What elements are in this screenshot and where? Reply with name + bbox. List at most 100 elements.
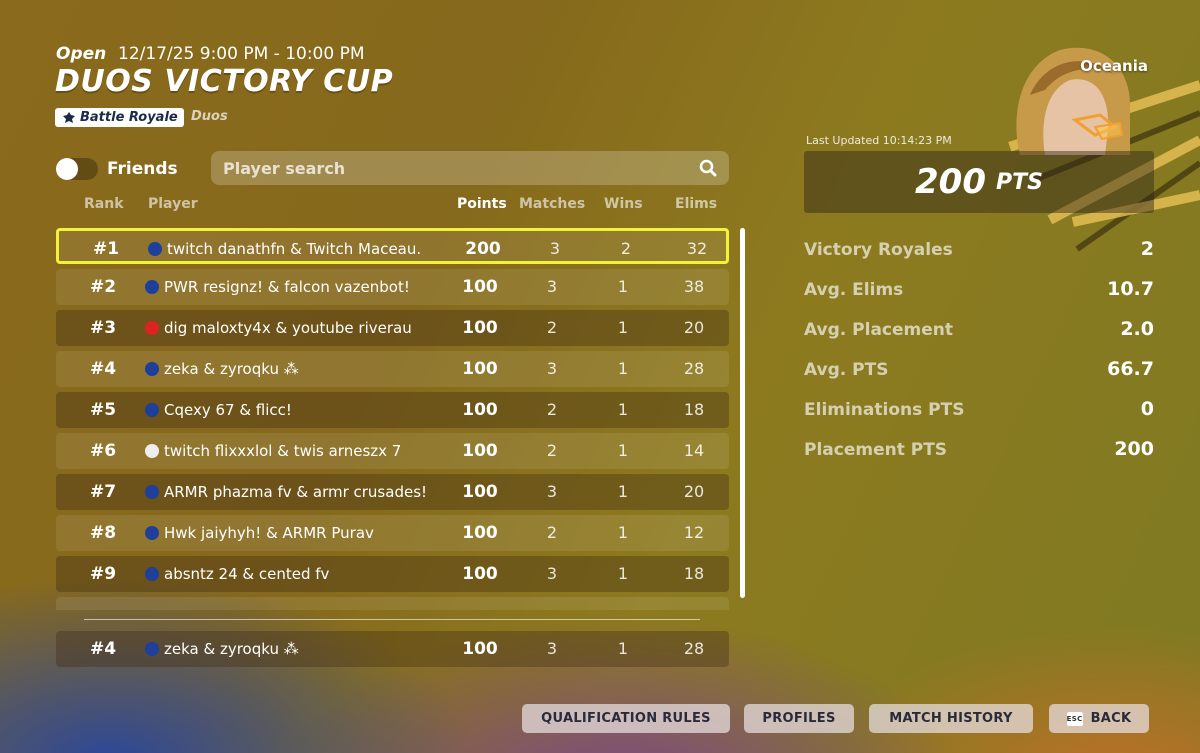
row-rank: #5 xyxy=(90,400,117,420)
team-type: Duos xyxy=(191,109,228,124)
row-elims: 18 xyxy=(683,564,705,583)
row-rank: #1 xyxy=(93,239,120,259)
table-row[interactable]: #5 Cqexy 67 & flicc! 100 2 1 18 xyxy=(56,392,729,428)
profiles-button[interactable]: PROFILES xyxy=(744,704,854,733)
friends-toggle[interactable] xyxy=(56,158,98,180)
stat-value: 10.7 xyxy=(1107,278,1154,300)
event-time: 12/17/25 9:00 PM - 10:00 PM xyxy=(118,44,365,64)
row-points: 100 xyxy=(462,523,498,543)
row-matches: 2 xyxy=(546,523,558,542)
friends-label: Friends xyxy=(107,159,178,179)
row-points: 200 xyxy=(465,239,501,259)
row-player: PWR resignz! & falcon vazenbot! xyxy=(145,278,410,296)
table-row[interactable]: #3 dig maloxty4x & youtube riverau 100 2… xyxy=(56,310,729,346)
player-avatar xyxy=(990,35,1150,155)
last-updated: Last Updated 10:14:23 PM xyxy=(806,134,952,147)
stat-label: Victory Royales xyxy=(804,240,953,260)
row-player: zeka & zyroqku ⁂ xyxy=(145,360,299,378)
player-search[interactable] xyxy=(211,151,729,185)
table-row[interactable]: #6 twitch flixxxlol & twis arneszx 7 100… xyxy=(56,433,729,469)
stat-value: 2 xyxy=(1140,238,1154,260)
row-matches: 2 xyxy=(546,400,558,419)
table-row[interactable]: #1 twitch danathfn & Twitch Maceau. 200 … xyxy=(56,228,729,264)
row-matches: 3 xyxy=(546,277,558,296)
row-elims: 12 xyxy=(683,523,705,542)
row-player: zeka & zyroqku ⁂ xyxy=(145,640,299,658)
row-matches: 3 xyxy=(549,239,561,258)
battle-royale-icon xyxy=(63,112,75,123)
divider xyxy=(84,619,700,620)
row-matches: 2 xyxy=(546,318,558,337)
leaderboard-scrollbar[interactable] xyxy=(740,228,745,598)
row-elims: 20 xyxy=(683,318,705,337)
row-wins: 1 xyxy=(617,482,629,501)
stat-label: Avg. Elims xyxy=(804,280,904,300)
row-wins: 1 xyxy=(617,359,629,378)
row-wins: 1 xyxy=(617,639,629,658)
row-wins: 1 xyxy=(617,318,629,337)
row-wins: 1 xyxy=(617,564,629,583)
flag-icon xyxy=(145,567,159,581)
search-icon[interactable] xyxy=(699,159,717,177)
row-matches: 3 xyxy=(546,482,558,501)
row-elims: 14 xyxy=(683,441,705,460)
row-points: 100 xyxy=(462,318,498,338)
table-row[interactable]: #4 zeka & zyroqku ⁂ 100 3 1 28 xyxy=(56,351,729,387)
scrollbar-thumb[interactable] xyxy=(740,228,745,598)
row-matches: 3 xyxy=(546,639,558,658)
esc-key-icon: ESC xyxy=(1066,711,1083,726)
row-player: Hwk jaiyhyh! & ARMR Purav xyxy=(145,524,374,542)
row-points: 100 xyxy=(462,400,498,420)
points-unit: PTS xyxy=(996,169,1043,195)
stat-label: Eliminations PTS xyxy=(804,400,965,420)
row-rank: #2 xyxy=(90,277,117,297)
table-row[interactable]: #7 ARMR phazma fv & armr crusades! 100 3… xyxy=(56,474,729,510)
row-wins: 2 xyxy=(620,239,632,258)
event-status: Open xyxy=(56,44,107,64)
mode-label: Battle Royale xyxy=(80,110,178,125)
row-points: 100 xyxy=(462,441,498,461)
col-rank: Rank xyxy=(84,196,124,212)
my-team-row[interactable]: #4 zeka & zyroqku ⁂ 100 3 1 28 xyxy=(56,631,729,667)
col-wins: Wins xyxy=(604,196,643,212)
flag-icon xyxy=(145,403,159,417)
stat-value: 2.0 xyxy=(1120,318,1154,340)
search-input[interactable] xyxy=(223,158,683,178)
qualification-rules-button[interactable]: QUALIFICATION RULES xyxy=(522,704,730,733)
row-points: 100 xyxy=(462,359,498,379)
row-wins: 1 xyxy=(617,523,629,542)
row-rank: #6 xyxy=(90,441,117,461)
row-elims: 32 xyxy=(686,239,708,258)
row-player: twitch flixxxlol & twis arneszx 7 xyxy=(145,442,401,460)
row-rank: #4 xyxy=(90,639,117,659)
total-points-box: 200 PTS xyxy=(804,151,1154,213)
leaderboard-list[interactable]: #1 twitch danathfn & Twitch Maceau. 200 … xyxy=(56,228,729,610)
back-label: BACK xyxy=(1090,711,1132,726)
row-rank: #3 xyxy=(90,318,117,338)
flag-icon xyxy=(148,242,162,256)
row-elims: 20 xyxy=(683,482,705,501)
stat-label: Placement PTS xyxy=(804,440,948,460)
col-points: Points xyxy=(457,196,507,212)
row-elims: 18 xyxy=(683,400,705,419)
back-button[interactable]: ESC BACK xyxy=(1049,704,1149,733)
table-row[interactable]: #8 Hwk jaiyhyh! & ARMR Purav 100 2 1 12 xyxy=(56,515,729,551)
row-elims: 28 xyxy=(683,359,705,378)
row-player: Cqexy 67 & flicc! xyxy=(145,401,292,419)
row-rank: #7 xyxy=(90,482,117,502)
match-history-button[interactable]: MATCH HISTORY xyxy=(869,704,1033,733)
table-row-partial[interactable] xyxy=(56,597,729,610)
row-elims: 28 xyxy=(683,639,705,658)
row-rank: #4 xyxy=(90,359,117,379)
region-label: Oceania xyxy=(1080,57,1148,75)
flag-icon xyxy=(145,321,159,335)
col-matches: Matches xyxy=(519,196,586,212)
row-rank: #9 xyxy=(90,564,117,584)
row-player: ARMR phazma fv & armr crusades! xyxy=(145,483,427,501)
table-row[interactable]: #2 PWR resignz! & falcon vazenbot! 100 3… xyxy=(56,269,729,305)
stat-value: 0 xyxy=(1140,398,1154,420)
table-row[interactable]: #9 absntz 24 & cented fv 100 3 1 18 xyxy=(56,556,729,592)
flag-icon xyxy=(145,280,159,294)
row-points: 100 xyxy=(462,482,498,502)
mode-badge: Battle Royale xyxy=(55,108,184,127)
